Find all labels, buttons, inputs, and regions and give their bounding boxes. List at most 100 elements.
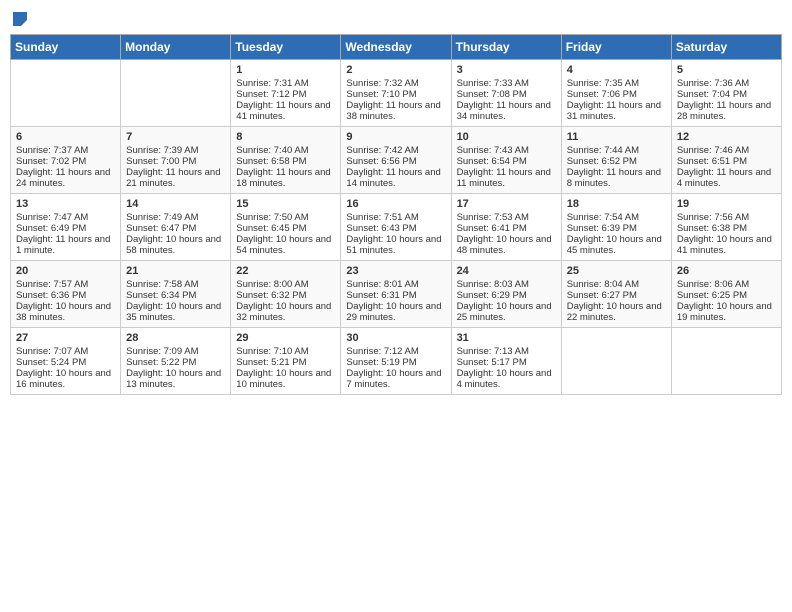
day-info: Sunset: 6:51 PM [677,156,776,167]
day-header-monday: Monday [121,35,231,60]
day-number: 21 [126,265,225,277]
day-info: Sunrise: 8:00 AM [236,279,335,290]
day-number: 26 [677,265,776,277]
day-header-wednesday: Wednesday [341,35,451,60]
day-number: 16 [346,198,445,210]
day-info: Sunset: 6:52 PM [567,156,666,167]
day-info: Sunrise: 7:33 AM [457,78,556,89]
day-number: 23 [346,265,445,277]
day-number: 4 [567,64,666,76]
day-info: Sunset: 5:24 PM [16,357,115,368]
calendar-cell [121,60,231,127]
calendar-header-row: SundayMondayTuesdayWednesdayThursdayFrid… [11,35,782,60]
day-info: Sunrise: 8:06 AM [677,279,776,290]
day-info: Daylight: 10 hours and 13 minutes. [126,368,225,390]
day-number: 24 [457,265,556,277]
day-info: Sunset: 6:34 PM [126,290,225,301]
day-number: 27 [16,332,115,344]
day-info: Sunset: 5:19 PM [346,357,445,368]
logo-icon [11,10,29,28]
day-info: Sunset: 6:25 PM [677,290,776,301]
calendar-cell: 5Sunrise: 7:36 AMSunset: 7:04 PMDaylight… [671,60,781,127]
day-info: Sunset: 5:17 PM [457,357,556,368]
calendar-cell: 21Sunrise: 7:58 AMSunset: 6:34 PMDayligh… [121,261,231,328]
day-info: Sunset: 7:12 PM [236,89,335,100]
day-info: Sunrise: 7:54 AM [567,212,666,223]
day-info: Daylight: 10 hours and 4 minutes. [457,368,556,390]
day-info: Daylight: 11 hours and 8 minutes. [567,167,666,189]
day-info: Daylight: 11 hours and 14 minutes. [346,167,445,189]
day-info: Sunrise: 7:46 AM [677,145,776,156]
calendar-cell: 13Sunrise: 7:47 AMSunset: 6:49 PMDayligh… [11,194,121,261]
calendar-week-row: 6Sunrise: 7:37 AMSunset: 7:02 PMDaylight… [11,127,782,194]
day-info: Daylight: 10 hours and 10 minutes. [236,368,335,390]
day-info: Sunrise: 7:10 AM [236,346,335,357]
day-info: Sunset: 6:45 PM [236,223,335,234]
day-info: Daylight: 11 hours and 21 minutes. [126,167,225,189]
calendar-cell [561,328,671,395]
day-info: Daylight: 10 hours and 25 minutes. [457,301,556,323]
day-info: Sunrise: 7:47 AM [16,212,115,223]
calendar-cell [11,60,121,127]
day-info: Sunrise: 7:36 AM [677,78,776,89]
day-number: 1 [236,64,335,76]
day-info: Daylight: 10 hours and 19 minutes. [677,301,776,323]
calendar-cell: 14Sunrise: 7:49 AMSunset: 6:47 PMDayligh… [121,194,231,261]
day-info: Sunrise: 7:09 AM [126,346,225,357]
day-info: Sunrise: 8:03 AM [457,279,556,290]
day-info: Daylight: 10 hours and 51 minutes. [346,234,445,256]
day-info: Sunrise: 7:43 AM [457,145,556,156]
calendar-cell: 29Sunrise: 7:10 AMSunset: 5:21 PMDayligh… [231,328,341,395]
day-info: Daylight: 10 hours and 16 minutes. [16,368,115,390]
day-info: Sunrise: 7:12 AM [346,346,445,357]
day-info: Daylight: 11 hours and 24 minutes. [16,167,115,189]
calendar-week-row: 13Sunrise: 7:47 AMSunset: 6:49 PMDayligh… [11,194,782,261]
day-info: Daylight: 10 hours and 48 minutes. [457,234,556,256]
day-number: 14 [126,198,225,210]
day-number: 17 [457,198,556,210]
calendar-cell: 16Sunrise: 7:51 AMSunset: 6:43 PMDayligh… [341,194,451,261]
day-info: Sunset: 6:56 PM [346,156,445,167]
day-info: Daylight: 11 hours and 41 minutes. [236,100,335,122]
day-info: Sunset: 6:49 PM [16,223,115,234]
calendar-cell: 9 Sunrise: 7:42 AMSunset: 6:56 PMDaylight… [341,127,451,194]
calendar-cell: 4Sunrise: 7:35 AMSunset: 7:06 PMDaylight… [561,60,671,127]
day-info: Sunrise: 7:37 AM [16,145,115,156]
day-info: Daylight: 10 hours and 32 minutes. [236,301,335,323]
day-number: 5 [677,64,776,76]
calendar-cell: 26 Sunrise: 8:06 AMSunset: 6:25 PMDayligh… [671,261,781,328]
day-header-sunday: Sunday [11,35,121,60]
day-info: Sunrise: 7:40 AM [236,145,335,156]
day-info: Sunrise: 7:42 AM [346,145,445,156]
day-info: Daylight: 11 hours and 4 minutes. [677,167,776,189]
page-header [10,10,782,28]
calendar-cell: 2Sunrise: 7:32 AMSunset: 7:10 PMDaylight… [341,60,451,127]
day-info: Sunrise: 7:56 AM [677,212,776,223]
day-number: 9 [346,131,445,143]
day-info: Sunrise: 7:58 AM [126,279,225,290]
calendar-cell: 24Sunrise: 8:03 AMSunset: 6:29 PMDayligh… [451,261,561,328]
day-info: Sunset: 7:00 PM [126,156,225,167]
calendar-cell: 1 Sunrise: 7:31 AMSunset: 7:12 PMDaylight… [231,60,341,127]
calendar-cell: 28Sunrise: 7:09 AMSunset: 5:22 PMDayligh… [121,328,231,395]
day-info: Sunset: 6:31 PM [346,290,445,301]
calendar-cell: 18Sunrise: 7:54 AMSunset: 6:39 PMDayligh… [561,194,671,261]
day-info: Daylight: 10 hours and 22 minutes. [567,301,666,323]
calendar-cell: 30Sunrise: 7:12 AMSunset: 5:19 PMDayligh… [341,328,451,395]
calendar-cell: 7Sunrise: 7:39 AMSunset: 7:00 PMDaylight… [121,127,231,194]
calendar-cell: 6Sunrise: 7:37 AMSunset: 7:02 PMDaylight… [11,127,121,194]
day-number: 12 [677,131,776,143]
calendar-table: SundayMondayTuesdayWednesdayThursdayFrid… [10,34,782,395]
day-header-friday: Friday [561,35,671,60]
day-info: Sunset: 7:06 PM [567,89,666,100]
day-info: Daylight: 11 hours and 28 minutes. [677,100,776,122]
day-number: 11 [567,131,666,143]
day-info: Sunrise: 7:49 AM [126,212,225,223]
day-info: Sunrise: 7:31 AM [236,78,335,89]
calendar-cell [671,328,781,395]
day-info: Sunrise: 7:32 AM [346,78,445,89]
day-info: Daylight: 10 hours and 45 minutes. [567,234,666,256]
day-info: Sunrise: 7:44 AM [567,145,666,156]
day-number: 7 [126,131,225,143]
day-info: Daylight: 11 hours and 1 minute. [16,234,115,256]
